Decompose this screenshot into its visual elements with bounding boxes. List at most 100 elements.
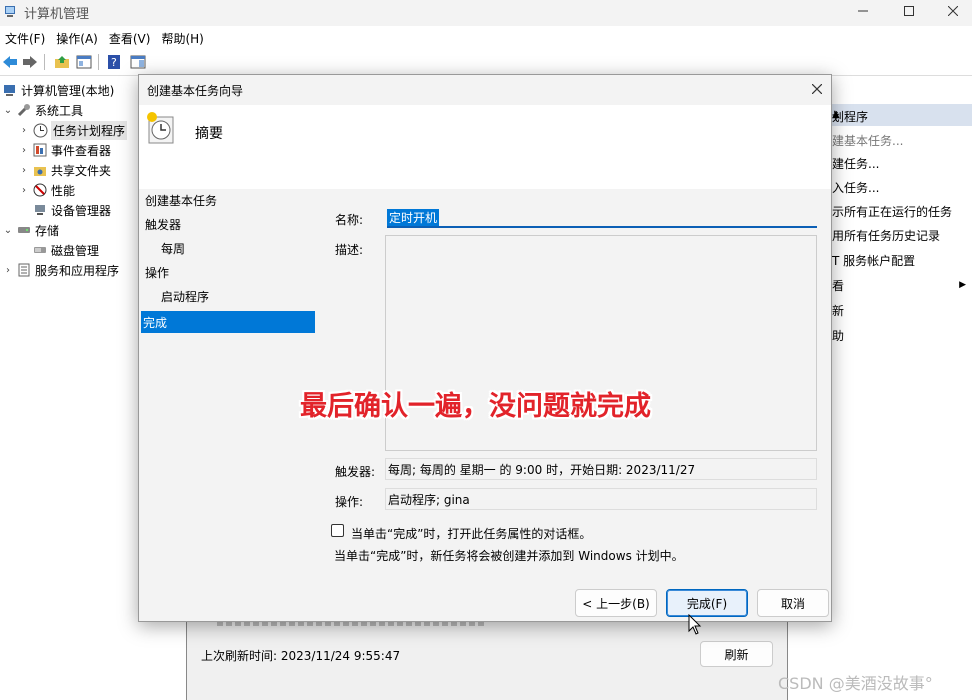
console-tree-icon (76, 55, 92, 69)
show-action-pane-button[interactable] (128, 52, 148, 72)
folder-up-icon (55, 56, 69, 68)
action-service-account-config[interactable]: T 服务帐户配置 (832, 250, 915, 270)
tree-item-task-scheduler[interactable]: › 任务计划程序 (18, 120, 128, 140)
chevron-right-icon[interactable]: › (2, 265, 14, 276)
tree-item-shared-folders[interactable]: › 共享文件夹 (18, 160, 111, 180)
cancel-button[interactable]: 取消 (757, 589, 829, 617)
computer-management-icon (5, 6, 15, 17)
shared-folder-icon (32, 162, 48, 178)
actions-pane: 划程序 ▲ 建基本任务... 建任务... 入任务... 示所有正在运行的任务 … (828, 104, 972, 700)
step-weekly[interactable]: 每周 (143, 237, 315, 259)
arrow-left-icon (3, 56, 17, 68)
dialog-header-title: 摘要 (195, 126, 223, 142)
tree-item-performance[interactable]: › 性能 (18, 180, 75, 200)
forward-toolbar-button[interactable] (20, 52, 40, 72)
info-text: 当单击“完成”时，新任务将会被创建并添加到 Windows 计划中。 (334, 549, 684, 563)
action-refresh[interactable]: 新 (832, 300, 844, 320)
name-value: 定时开机 (387, 209, 440, 226)
tree-item-event-viewer[interactable]: › 事件查看器 (18, 140, 111, 160)
event-viewer-icon (32, 142, 48, 158)
tree-item-storage[interactable]: ⌄ 存储 (2, 220, 59, 240)
close-icon (812, 84, 822, 94)
toolbar-separator (98, 54, 99, 70)
back-button[interactable]: < 上一步(B) (575, 589, 657, 617)
action-create-task[interactable]: 建任务... (832, 153, 879, 173)
dialog-close-button[interactable] (807, 79, 827, 99)
open-properties-checkbox[interactable] (331, 524, 344, 537)
trigger-label: 触发器: (335, 465, 376, 479)
step-finish[interactable]: 完成 (141, 311, 315, 333)
action-create-basic-task[interactable]: 建基本任务... (832, 130, 903, 150)
tree-item-disk-management[interactable]: 磁盘管理 (30, 240, 99, 260)
menu-view[interactable]: 查看(V) (104, 26, 157, 48)
tree-label: 性能 (51, 183, 76, 198)
chevron-right-icon[interactable]: › (18, 165, 30, 176)
up-folder-toolbar-button[interactable] (52, 52, 72, 72)
help-toolbar-button[interactable]: ? (104, 52, 124, 72)
action-value: 启动程序; gina (385, 488, 817, 510)
watermark: CSDN @美酒没故事° (778, 674, 933, 693)
services-icon (16, 262, 32, 278)
name-input[interactable]: 定时开机 (387, 208, 817, 228)
finish-button[interactable]: 完成(F) (666, 589, 748, 617)
minimize-button[interactable] (840, 0, 886, 22)
tree-root[interactable]: 计算机管理(本地) (0, 80, 114, 100)
action-label: 操作: (335, 495, 364, 509)
chevron-down-icon[interactable]: ⌄ (2, 105, 14, 116)
tree-item-services-apps[interactable]: › 服务和应用程序 (2, 260, 119, 280)
tree-label: 磁盘管理 (51, 243, 100, 258)
tree-label: 计算机管理(本地) (21, 83, 115, 98)
storage-icon (16, 222, 32, 238)
action-help[interactable]: 助 (832, 325, 844, 345)
action-show-running-tasks[interactable]: 示所有正在运行的任务 (832, 201, 952, 221)
annotation-overlay-text: 最后确认一遍，没问题就完成 (300, 391, 651, 422)
triangle-up-icon: ▲ (832, 109, 840, 120)
create-basic-task-dialog: 创建基本任务向导 摘要 创建基本任务 触发器 每周 操作 启动程序 完成 名称:… (138, 74, 832, 622)
menu-bar: 文件(F) 操作(A) 查看(V) 帮助(H) (0, 26, 972, 48)
last-refresh-text: 上次刷新时间: 2023/11/24 9:55:47 (201, 649, 401, 663)
minimize-icon (858, 10, 868, 12)
menu-help[interactable]: 帮助(H) (156, 26, 209, 48)
window-titlebar: 计算机管理 (0, 0, 972, 26)
arrow-right-icon (23, 56, 37, 68)
console-tree: 计算机管理(本地) ⌄ 系统工具 › 任务计划程序 › 事件查看器 › 共享文件… (0, 80, 140, 700)
performance-icon (32, 182, 48, 198)
step-trigger[interactable]: 触发器 (143, 213, 315, 235)
tree-item-system-tools[interactable]: ⌄ 系统工具 (2, 100, 83, 120)
close-icon (948, 6, 958, 16)
step-action[interactable]: 操作 (143, 261, 315, 283)
tree-item-device-manager[interactable]: 设备管理器 (30, 200, 111, 220)
action-import-task[interactable]: 入任务... (832, 177, 879, 197)
back-toolbar-button[interactable] (0, 52, 20, 72)
mouse-cursor-icon (688, 614, 702, 635)
step-start-program[interactable]: 启动程序 (143, 285, 315, 307)
help-icon: ? (108, 55, 120, 69)
menu-action[interactable]: 操作(A) (51, 26, 104, 48)
maximize-button[interactable] (886, 0, 932, 22)
name-label: 名称: (335, 213, 364, 227)
maximize-icon (904, 6, 914, 16)
actions-header[interactable]: 划程序 ▲ (828, 104, 972, 126)
close-window-button[interactable] (930, 0, 972, 22)
action-enable-history[interactable]: 用所有任务历史记录 (832, 225, 940, 245)
tree-label: 设备管理器 (51, 203, 112, 218)
chevron-down-icon[interactable]: ⌄ (2, 225, 14, 236)
tools-icon (16, 102, 32, 118)
chevron-right-icon[interactable]: › (18, 145, 30, 156)
tree-label: 存储 (35, 223, 60, 238)
menu-file[interactable]: 文件(F) (0, 26, 51, 48)
action-view[interactable]: 看 (832, 275, 968, 295)
computer-icon (2, 82, 18, 98)
tree-label: 事件查看器 (51, 143, 112, 158)
task-clock-icon (147, 112, 174, 144)
action-pane-icon (130, 55, 146, 69)
open-properties-label[interactable]: 当单击“完成”时，打开此任务属性的对话框。 (351, 525, 591, 542)
description-label: 描述: (335, 243, 364, 257)
step-create-basic-task[interactable]: 创建基本任务 (143, 189, 315, 211)
svg-text:?: ? (111, 56, 117, 69)
chevron-right-icon[interactable]: › (18, 185, 30, 196)
refresh-button[interactable]: 刷新 (700, 641, 773, 667)
triangle-right-icon: ▶ (959, 280, 966, 290)
chevron-right-icon[interactable]: › (18, 125, 30, 136)
show-hide-tree-button[interactable] (74, 52, 94, 72)
